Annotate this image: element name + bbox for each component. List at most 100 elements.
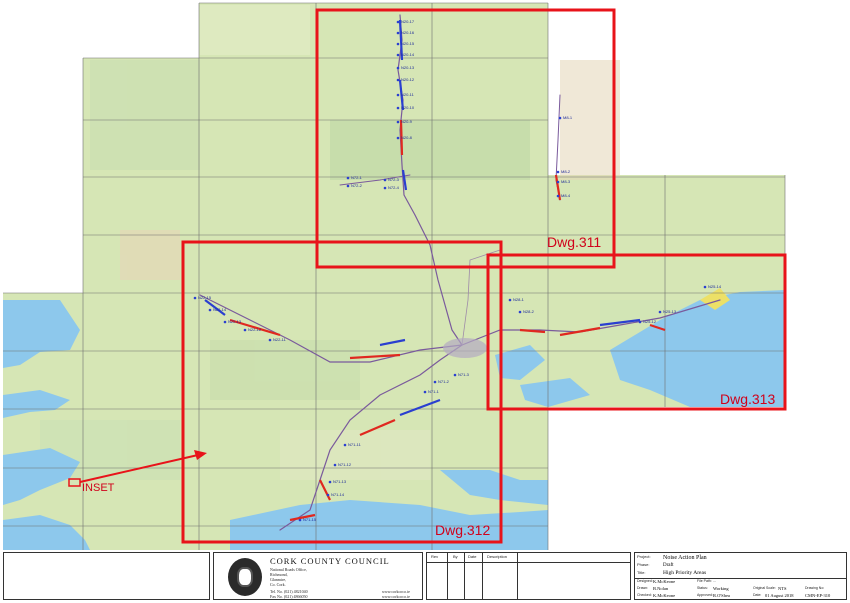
location-marker [638, 320, 642, 324]
phase-key: Phase: [637, 562, 650, 567]
project-details: Project: Noise Action Plan Phase: Draft … [634, 552, 847, 600]
council-crest [228, 558, 262, 596]
rev-col-divider-1 [447, 553, 448, 599]
location-tag: N71-11 [348, 442, 361, 447]
location-tag: M8-3 [561, 179, 571, 184]
location-marker [298, 518, 302, 522]
drawn-value: B.Nolan [653, 586, 669, 591]
rev-col-divider-4 [517, 553, 518, 599]
location-marker [223, 320, 227, 324]
location-marker [396, 66, 400, 70]
location-tag: N72-3 [388, 177, 399, 182]
location-marker [396, 93, 400, 97]
approved-value: R.O'Shea [713, 593, 730, 598]
location-marker [328, 480, 332, 484]
title-value: High Priority Areas [663, 570, 707, 576]
rev-col-description: Description [487, 554, 508, 559]
location-marker [556, 194, 560, 198]
designer-key: Designed: [637, 579, 653, 583]
drawing-no-key: Drawing No: [805, 586, 825, 590]
location-tag: N20-8 [401, 135, 412, 140]
location-marker [208, 308, 212, 312]
project-key: Project: [637, 554, 651, 559]
web-link-2[interactable]: www.corkcoco.ie [382, 595, 410, 599]
location-marker [396, 20, 400, 24]
location-marker [396, 31, 400, 35]
location-tag: N72-1 [351, 175, 362, 180]
location-marker [518, 310, 522, 314]
location-tag: N25-12 [643, 319, 657, 324]
location-tag: M8-4 [561, 193, 571, 198]
dwg313-label: Dwg.313 [720, 391, 776, 407]
approved-key: Approved: [697, 593, 713, 597]
dwg312-label: Dwg.312 [435, 522, 491, 538]
cork-city-area [443, 338, 487, 358]
location-tag: N22-14 [213, 307, 227, 312]
phase-value: Draft [663, 563, 674, 568]
location-tag: N72-2 [351, 183, 362, 188]
location-marker [383, 178, 387, 182]
checked-value: K.McKeone [653, 593, 676, 598]
drawn-key: Drawn: [637, 586, 649, 590]
location-marker [383, 186, 387, 190]
location-tag: N20-11 [401, 92, 414, 97]
status-value: Working [713, 586, 729, 591]
rev-col-rev: Rev [431, 554, 439, 559]
location-marker [423, 390, 427, 394]
title-key: Title: [637, 570, 646, 575]
address-line-4: Co. Cork. [270, 582, 286, 587]
location-tag: N25-13 [663, 309, 677, 314]
rev-col-by: By [453, 554, 458, 559]
scale-value: NTS [778, 586, 787, 591]
drawing-no-value: CMN-EP-310 [805, 593, 831, 598]
council-name: CORK COUNTY COUNCIL [270, 556, 390, 566]
location-marker [268, 338, 272, 342]
location-tag: N20-14 [401, 52, 415, 57]
location-marker [556, 180, 560, 184]
rev-col-divider-3 [482, 553, 483, 599]
location-tag: N20-10 [401, 105, 415, 110]
location-tag: N71-14 [331, 492, 345, 497]
rev-col-divider-2 [464, 553, 465, 599]
location-marker [396, 53, 400, 57]
location-tag: N71-13 [333, 479, 347, 484]
title-block: CORK COUNTY COUNCIL National Roads Offic… [0, 550, 850, 603]
project-value: Noise Action Plan [663, 555, 707, 561]
location-tag: N22-12 [248, 327, 262, 332]
location-marker [556, 170, 560, 174]
location-marker [558, 116, 562, 120]
designer-value: K.McKeone [653, 579, 676, 584]
location-tag: N71-3 [458, 372, 469, 377]
location-tag: N71-1 [428, 389, 439, 394]
location-marker [396, 120, 400, 124]
revision-table: Rev By Date Description [426, 552, 631, 600]
location-marker [326, 493, 330, 497]
location-tag: N20-16 [401, 30, 415, 35]
location-marker [508, 298, 512, 302]
location-tag: N71-12 [338, 462, 352, 467]
location-marker [396, 78, 400, 82]
location-marker [703, 285, 707, 289]
location-tag: N72-4 [388, 185, 399, 190]
status-key: Status: [697, 586, 708, 590]
location-tag: N22-11 [273, 337, 286, 342]
location-tag: M8-1 [563, 115, 573, 120]
date-key: Date: [753, 593, 762, 597]
scale-key: Original Scale: [753, 586, 776, 590]
date-value: 01 August 2018 [765, 593, 794, 598]
location-marker [343, 443, 347, 447]
location-tag: N28-1 [513, 297, 524, 302]
location-tag: N22-15 [198, 295, 212, 300]
council-panel: CORK COUNTY COUNCIL National Roads Offic… [213, 552, 423, 600]
map-canvas [0, 0, 850, 550]
location-tag: N20-12 [401, 77, 415, 82]
location-tag: N20-15 [401, 41, 415, 46]
location-tag: N20-9 [401, 119, 412, 124]
checked-key: Checked: [637, 593, 652, 597]
filepath-key: File Path: [697, 579, 712, 583]
location-marker [396, 136, 400, 140]
location-marker [333, 463, 337, 467]
location-marker [243, 328, 247, 332]
dwg311-label: Dwg.311 [547, 234, 602, 250]
location-tag: N25-14 [708, 284, 722, 289]
